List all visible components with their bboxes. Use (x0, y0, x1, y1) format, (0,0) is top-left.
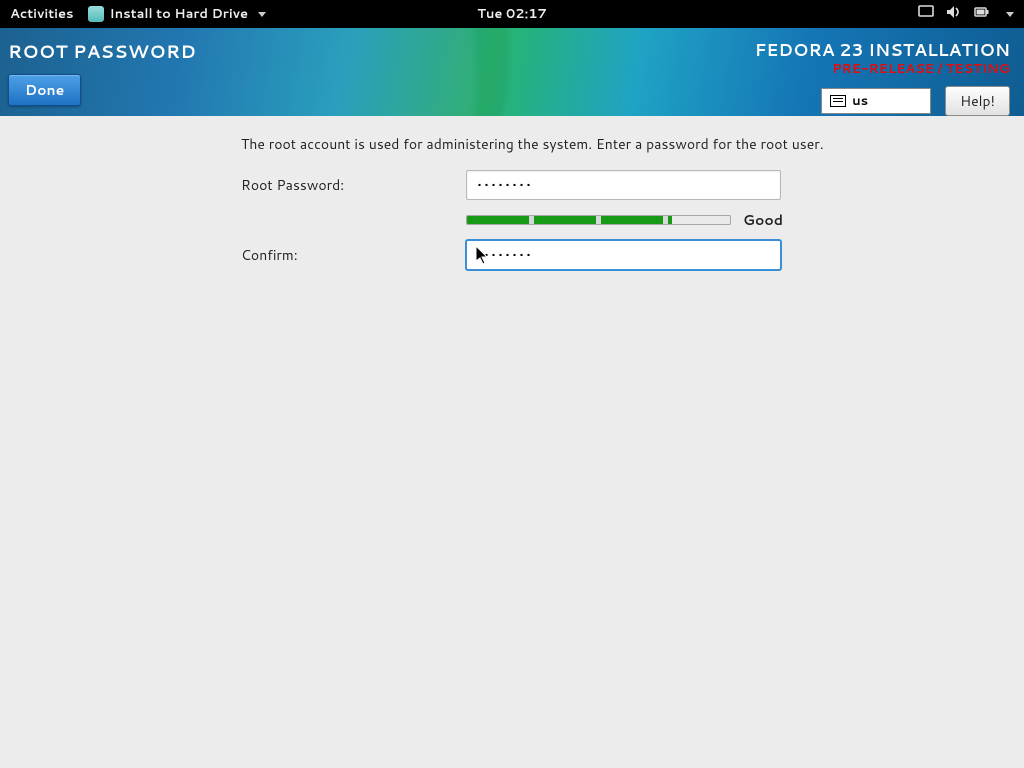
intro-text: The root account is used for administeri… (241, 134, 996, 154)
confirm-password-label: Confirm: (241, 245, 466, 265)
activities-button[interactable]: Activities (10, 5, 74, 23)
clock[interactable]: Tue 02:17 (477, 5, 547, 23)
confirm-password-input[interactable] (466, 240, 781, 270)
page-title: ROOT PASSWORD (8, 38, 196, 64)
install-title: FEDORA 23 INSTALLATION (755, 38, 1010, 62)
app-menu-label: Install to Hard Drive (110, 5, 249, 23)
prerelease-warning: PRE-RELEASE / TESTING (832, 60, 1010, 78)
keyboard-layout-label: us (852, 92, 868, 110)
anaconda-app-icon (88, 6, 104, 22)
root-password-label: Root Password: (241, 175, 466, 195)
help-button[interactable]: Help! (945, 86, 1010, 116)
system-menu-chevron-icon[interactable] (1006, 12, 1014, 17)
keyboard-icon (830, 95, 846, 107)
anaconda-header: ROOT PASSWORD Done FEDORA 23 INSTALLATIO… (0, 28, 1024, 116)
gnome-topbar: Activities Install to Hard Drive Tue 02:… (0, 0, 1024, 28)
app-menu[interactable]: Install to Hard Drive (88, 5, 267, 23)
root-password-input[interactable] (466, 170, 781, 200)
password-strength-bar (466, 215, 731, 225)
screen-icon[interactable] (918, 5, 934, 24)
done-button[interactable]: Done (8, 74, 81, 106)
chevron-down-icon (258, 12, 266, 17)
volume-icon[interactable] (946, 5, 962, 24)
password-strength-label: Good (743, 210, 783, 230)
root-password-form: The root account is used for administeri… (0, 116, 1024, 288)
battery-icon[interactable] (974, 5, 990, 24)
keyboard-layout-indicator[interactable]: us (821, 88, 931, 114)
